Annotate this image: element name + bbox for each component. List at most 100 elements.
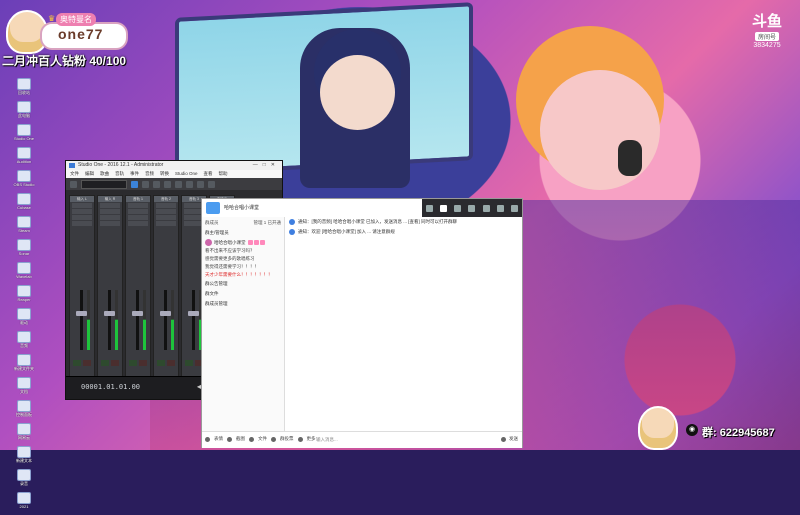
insert-slot[interactable] [156, 221, 176, 226]
listen-tool-icon[interactable] [208, 180, 215, 188]
tool-icon[interactable] [227, 436, 232, 442]
menu-item[interactable]: 转换 [160, 170, 169, 178]
insert-slot[interactable] [72, 203, 92, 208]
sidebar-section[interactable]: 群成员管理 [202, 299, 284, 309]
menu-item[interactable]: 事件 [130, 170, 139, 178]
message-input[interactable]: 输入消息... [316, 437, 338, 443]
tool-label[interactable]: 表情 [214, 436, 223, 442]
pencil-tool-icon[interactable] [175, 180, 182, 188]
fader-track[interactable] [108, 290, 111, 350]
more-icon[interactable] [497, 204, 505, 212]
desktop-icon[interactable]: OBS Studio [2, 170, 46, 191]
menu-item[interactable]: 歌曲 [100, 170, 109, 178]
insert-slot[interactable] [72, 221, 92, 226]
fader-track[interactable] [164, 290, 167, 350]
tool-icon[interactable] [297, 436, 303, 442]
desktop-icon[interactable]: Sonar [2, 239, 46, 260]
solo-button[interactable] [129, 360, 137, 366]
mute-button[interactable] [83, 360, 91, 366]
mute-button[interactable] [167, 360, 175, 366]
desktop-icon[interactable]: Reaper [2, 285, 46, 306]
insert-slot[interactable] [100, 221, 120, 226]
tool-icon[interactable] [249, 436, 254, 442]
window-controls[interactable]: —□✕ [253, 161, 280, 170]
tool-label[interactable]: 截图 [236, 436, 245, 442]
tool-label[interactable]: 群投票 [280, 436, 294, 442]
fader-track[interactable] [192, 290, 195, 350]
desktop-icon[interactable]: 回收站 [2, 78, 46, 99]
insert-slot[interactable] [72, 215, 92, 220]
fader-track[interactable] [80, 290, 83, 350]
folder-icon[interactable] [482, 204, 490, 212]
menu-item[interactable]: 文件 [70, 170, 79, 178]
member-row[interactable]: 哈哈合唱小课堂 [202, 238, 284, 247]
insert-slot[interactable] [156, 215, 176, 220]
insert-slot[interactable] [128, 209, 148, 214]
desktop-icon[interactable]: 音频 [2, 331, 46, 352]
fader-knob[interactable] [160, 311, 171, 316]
tool-label[interactable]: 更多 [307, 436, 316, 442]
arrow-tool-icon[interactable] [131, 180, 138, 188]
bend-tool-icon[interactable] [197, 180, 204, 188]
toolbar-dropdown[interactable] [81, 179, 127, 189]
solo-button[interactable] [185, 360, 193, 366]
chat-window[interactable]: 哈哈合唱小课堂 群成员 管理 1 已开通 群主/管理员 哈哈合唱小课堂 看不出来… [201, 198, 523, 448]
fader-knob[interactable] [188, 311, 199, 316]
desktop-icon[interactable]: 驱动 [2, 308, 46, 329]
range-tool-icon[interactable] [142, 180, 149, 188]
history-icon[interactable] [501, 436, 506, 442]
insert-slot[interactable] [72, 209, 92, 214]
solo-button[interactable] [157, 360, 165, 366]
solo-button[interactable] [101, 360, 109, 366]
insert-slot[interactable] [128, 215, 148, 220]
menu-item[interactable]: 编辑 [85, 170, 94, 178]
desktop-icon[interactable]: Wavelab [2, 262, 46, 283]
video-icon[interactable] [425, 204, 433, 212]
tool-icon[interactable] [205, 436, 210, 442]
desktop-icon[interactable]: 此电脑 [2, 101, 46, 122]
eraser-tool-icon[interactable] [164, 180, 171, 188]
owner-section-title[interactable]: 群主/管理员 [202, 228, 284, 238]
split-tool-icon[interactable] [153, 180, 160, 188]
insert-slot[interactable] [100, 203, 120, 208]
mute-tool-icon[interactable] [186, 180, 193, 188]
menu-item[interactable]: 帮助 [219, 170, 228, 178]
fader-knob[interactable] [132, 311, 143, 316]
fader-track[interactable] [136, 290, 139, 350]
insert-slot[interactable] [156, 203, 176, 208]
desktop-icon[interactable]: Cubase [2, 193, 46, 214]
send-button[interactable]: 发送 [509, 436, 518, 442]
menu-icon[interactable] [511, 204, 519, 212]
desktop-icon[interactable]: 新建文本 [2, 446, 46, 467]
mute-button[interactable] [139, 360, 147, 366]
tool-label[interactable]: 文件 [258, 436, 267, 442]
tool-button[interactable] [70, 180, 77, 188]
fader-knob[interactable] [76, 311, 87, 316]
desktop-icon[interactable]: Audition [2, 147, 46, 168]
sidebar-section[interactable]: 群文件 [202, 289, 284, 299]
mute-button[interactable] [111, 360, 119, 366]
desktop-icon[interactable]: 网易云 [2, 423, 46, 444]
insert-slot[interactable] [156, 209, 176, 214]
fader-knob[interactable] [104, 311, 115, 316]
desktop-icon[interactable]: 控制面板 [2, 400, 46, 421]
menu-item[interactable]: 查看 [204, 170, 213, 178]
home-icon[interactable] [439, 204, 447, 212]
menu-item[interactable]: 音轨 [115, 170, 124, 178]
tool-icon[interactable] [271, 436, 276, 442]
desktop-icon[interactable]: Steam [2, 216, 46, 237]
sidebar-section[interactable]: 群公告管理 [202, 279, 284, 289]
mixer-channel[interactable]: 输入 L [69, 195, 95, 377]
mixer-channel[interactable]: 音轨 2 [153, 195, 179, 377]
insert-slot[interactable] [100, 215, 120, 220]
desktop-icon[interactable]: Studio One [2, 124, 46, 145]
menu-item[interactable]: Studio One [175, 170, 198, 178]
studio-titlebar[interactable]: Studio One - 2016 12.1 - Administrator —… [66, 161, 282, 170]
desktop-icon[interactable]: 录音 [2, 469, 46, 490]
desktop-icon[interactable]: 2021 [2, 492, 46, 513]
insert-slot[interactable] [128, 203, 148, 208]
apps-icon[interactable] [468, 204, 476, 212]
menu-item[interactable]: 音频 [145, 170, 154, 178]
solo-button[interactable] [73, 360, 81, 366]
desktop-icon[interactable]: 新建文件夹 [2, 354, 46, 375]
